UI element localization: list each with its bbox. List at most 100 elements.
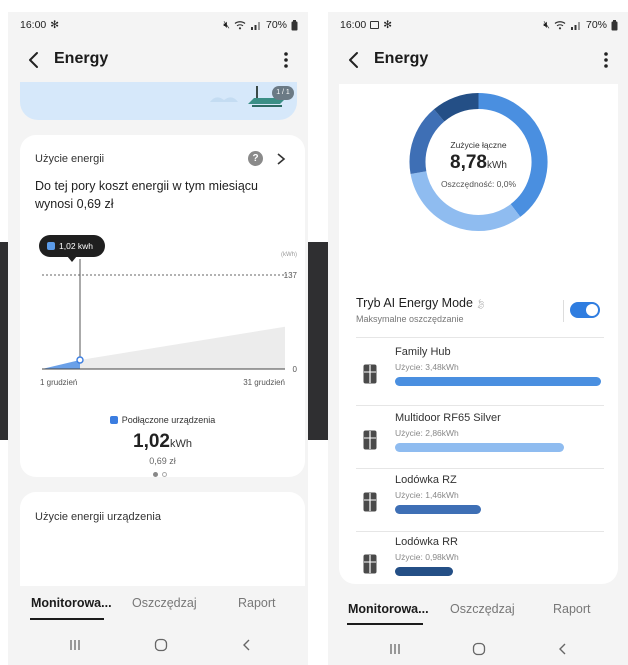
device-usage-bar [395, 567, 453, 576]
leaf-icon: 🍃︎ [474, 299, 487, 309]
chart-x-start-label: 1 grudzień [40, 378, 77, 387]
chart-tooltip: 1,02 kwh [39, 235, 105, 257]
donut-segment-lodowka-rr [433, 93, 479, 122]
tab-monitor[interactable]: Monitorowa... [348, 602, 429, 616]
device-name: Lodówka RR [395, 536, 458, 548]
divider [356, 468, 604, 469]
device-name: Multidoor RF65 Silver [395, 412, 501, 424]
chart-unit-label: (kWh) [281, 252, 297, 258]
nav-back-icon[interactable] [556, 642, 570, 656]
chevron-right-icon[interactable] [275, 152, 287, 166]
donut-savings: Oszczędność: 0,0% [440, 179, 517, 189]
chart-usage-area [42, 360, 80, 369]
help-icon[interactable]: ? [248, 151, 263, 166]
ai-mode-title: Tryb AI Energy Mode 🍃︎ [356, 296, 487, 310]
tab-report[interactable]: Raport [553, 602, 591, 616]
device-usage-bar [395, 377, 601, 386]
signal-icon [570, 22, 580, 30]
fridge-icon [363, 364, 377, 384]
system-nav-bar [328, 634, 628, 665]
device-usage: Użycie: 1,46kWh [395, 490, 459, 500]
tab-monitor[interactable]: Monitorowa... [31, 596, 112, 610]
page-dot-active[interactable] [153, 472, 158, 477]
ai-mode-toggle[interactable] [570, 302, 600, 318]
page-title: Energy [54, 50, 109, 67]
chart-y-max-label: 137 [284, 271, 298, 280]
device-row-multidoor[interactable]: Multidoor RF65 Silver Użycie: 2,86kWh [339, 410, 589, 470]
device-usage-heading: Użycie energii urządzenia [35, 511, 161, 523]
gallery-icon [370, 21, 380, 29]
divider [356, 405, 604, 406]
energy-usage-heading: Użycie energii [35, 153, 105, 165]
energy-usage-card: Użycie energii ? Do tej pory koszt energ… [20, 135, 305, 477]
battery-icon [291, 19, 298, 30]
donut-total: 8,78kWh [339, 152, 618, 174]
chart-x-end-label: 31 grudzień [243, 378, 285, 387]
usage-total-unit: kWh [169, 438, 192, 450]
wifi-icon [554, 21, 566, 30]
left-phone-screen: 16:00 ✻ 🔇︎ 70% Energy 1 / 1 Użycie energ… [8, 12, 308, 665]
status-bar: 16:00 ✻ 🔇︎ 70% [328, 12, 628, 38]
chart-marker-point[interactable] [76, 356, 84, 364]
tab-save[interactable]: Oszczędzaj [450, 602, 515, 616]
page-dot[interactable] [162, 472, 167, 477]
right-phone-screen: 16:00 ✻ 🔇︎ 70% Energy Zużycie łączne 8,7… [328, 12, 628, 665]
battery-icon [611, 19, 618, 30]
usage-total: 1,02kWh [20, 431, 305, 453]
more-options-icon[interactable] [596, 48, 616, 72]
home-banner[interactable]: 1 / 1 [20, 82, 297, 120]
ai-mode-row[interactable]: Tryb AI Energy Mode 🍃︎ Maksymalne oszczęd… [339, 294, 618, 340]
chart-projection-area [80, 326, 285, 369]
divider [356, 531, 604, 532]
device-row-family-hub[interactable]: Family Hub Użycie: 3,48kWh [339, 344, 601, 404]
device-usage: Użycie: 0,98kWh [395, 552, 459, 562]
tab-report[interactable]: Raport [238, 596, 276, 610]
chart-y-min-label: 0 [293, 365, 298, 374]
usage-cost: 0,69 zł [149, 456, 176, 466]
app-bar: Energy [328, 42, 628, 78]
mute-icon: 🔇︎ [543, 18, 550, 31]
recent-apps-icon[interactable] [388, 642, 402, 656]
wifi-icon [234, 21, 246, 30]
status-time: 16:00 [340, 19, 367, 31]
device-name: Lodówka RZ [395, 474, 457, 486]
status-time: 16:00 [20, 19, 47, 31]
ai-mode-subtitle: Maksymalne oszczędzanie [356, 314, 464, 324]
fan-icon: ✻ [383, 19, 393, 31]
tab-save[interactable]: Oszczędzaj [132, 596, 197, 610]
fridge-icon [363, 492, 377, 512]
plug-icon [47, 242, 55, 250]
tooltip-pointer [67, 256, 77, 262]
device-usage-bar [395, 505, 482, 514]
bottom-tabs: Monitorowa... Oszczędzaj Raport [328, 592, 628, 632]
usage-total-value: 1,02 [133, 431, 170, 452]
home-icon[interactable] [154, 638, 168, 652]
cost-description: Do tej pory koszt energii w tym miesiącu… [35, 179, 258, 211]
back-arrow-icon[interactable] [342, 48, 366, 72]
page-title: Energy [374, 50, 429, 67]
device-usage: Użycie: 3,48kWh [395, 362, 459, 372]
back-arrow-icon[interactable] [22, 48, 46, 72]
device-list: Family Hub Użycie: 3,48kWh Multidoor RF6… [339, 344, 618, 584]
nav-back-icon[interactable] [240, 638, 254, 652]
bottom-tabs: Monitorowa... Oszczędzaj Raport [8, 586, 308, 626]
home-icon[interactable] [472, 642, 486, 656]
signal-icon [250, 22, 260, 30]
legend-swatch [109, 416, 118, 424]
fridge-icon [363, 554, 377, 574]
device-usage: Użycie: 2,86kWh [395, 428, 459, 438]
banner-page-badge: 1 / 1 [272, 86, 294, 100]
legend-label: Podłączone urządzenia [121, 415, 216, 425]
fridge-icon [363, 430, 377, 450]
toggle-divider [563, 300, 564, 322]
divider [356, 337, 604, 338]
device-row-lodowka-rz[interactable]: Lodówka RZ Użycie: 1,46kWh [339, 472, 589, 532]
battery-percent: 70% [265, 19, 287, 31]
tooltip-value: 1,02 kwh [59, 241, 94, 251]
more-options-icon[interactable] [276, 48, 296, 72]
page-indicator [153, 472, 167, 477]
donut-total-unit: kWh [486, 160, 507, 171]
device-row-lodowka-rr[interactable]: Lodówka RR Użycie: 0,98kWh [339, 534, 589, 594]
active-tab-indicator [30, 618, 104, 620]
recent-apps-icon[interactable] [68, 638, 82, 652]
